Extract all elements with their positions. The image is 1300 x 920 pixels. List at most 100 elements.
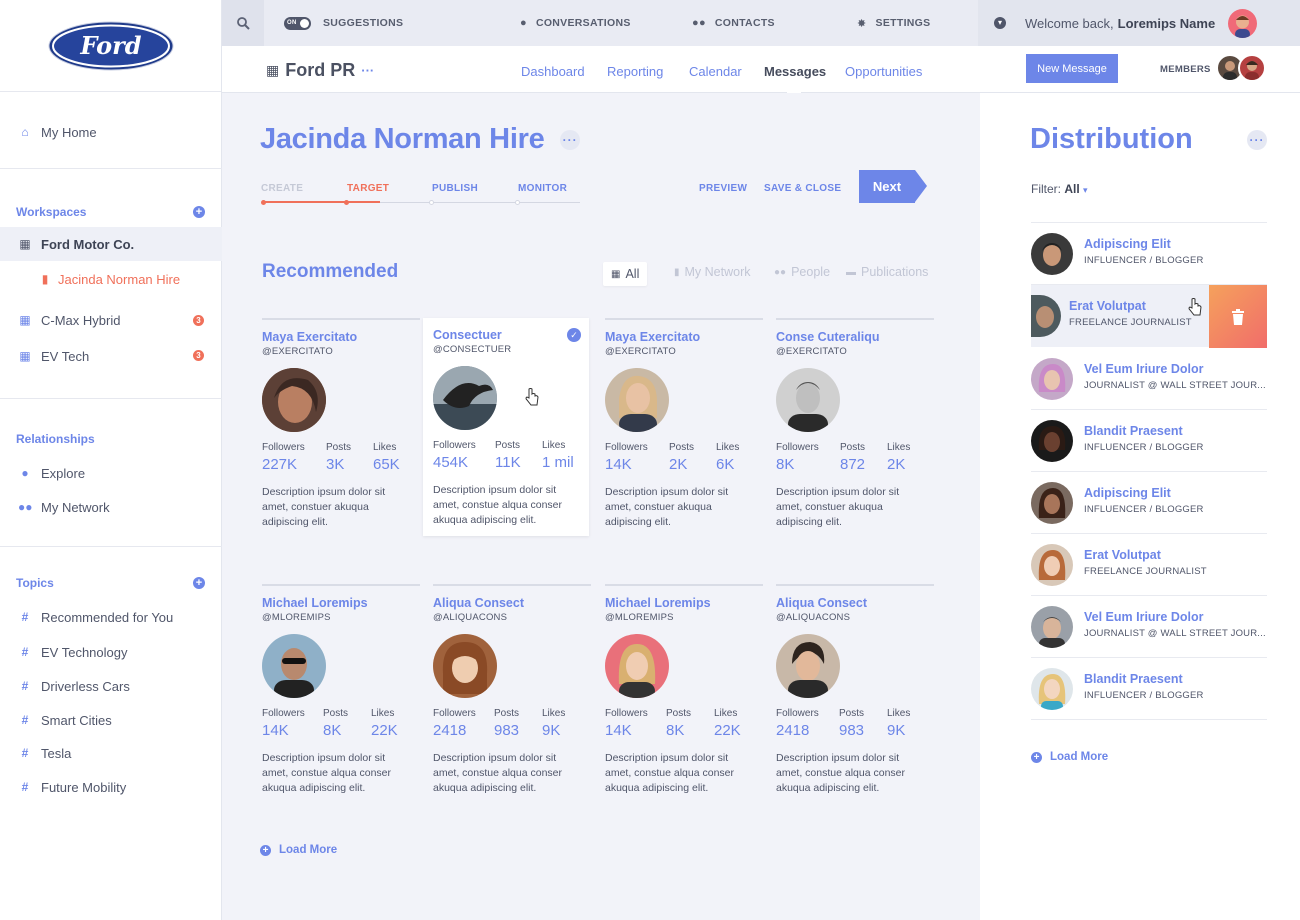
sidebar-item-my-network[interactable]: ●● My Network <box>0 490 222 524</box>
step-dot <box>344 200 349 205</box>
sidebar-item-explore[interactable]: ● Explore <box>0 456 222 490</box>
contacts-link[interactable]: ●● CONTACTS <box>692 0 775 46</box>
sidebar-item-my-home[interactable]: ⌂ My Home <box>0 115 222 149</box>
distribution-row[interactable]: Vel Eum Iriure Dolor JOURNALIST @ WALL S… <box>1031 596 1267 658</box>
contact-name[interactable]: Blandit Praesent <box>1084 672 1183 686</box>
tab-dashboard[interactable]: Dashboard <box>521 64 585 79</box>
next-button-arrow[interactable] <box>915 170 927 202</box>
delete-button[interactable] <box>1209 285 1267 348</box>
checkmark-icon[interactable]: ✓ <box>567 328 581 342</box>
distribution-row[interactable]: Adipiscing Elit INFLUENCER / BLOGGER <box>1031 223 1267 285</box>
likes-value: 22K <box>371 722 398 739</box>
step-target[interactable]: TARGET <box>347 183 389 194</box>
avatar[interactable] <box>1228 8 1258 38</box>
distribution-row[interactable]: Vel Eum Iriure Dolor JOURNALIST @ WALL S… <box>1031 348 1267 410</box>
home-icon: ⌂ <box>21 125 29 139</box>
next-button[interactable]: Next <box>859 170 915 203</box>
tab-opportunities[interactable]: Opportunities <box>845 64 922 79</box>
user-menu[interactable]: ▾ Welcome back, Loremips Name <box>978 0 1300 46</box>
distribution-row[interactable]: Erat Volutpat FREELANCE JOURNALIST <box>1031 534 1267 596</box>
filter-publications[interactable]: ▬ Publications <box>846 265 928 279</box>
search-button[interactable] <box>222 0 264 46</box>
filter-my-network[interactable]: ▮ My Network <box>674 265 751 279</box>
ford-logo[interactable]: Ford <box>0 0 221 92</box>
stat-label: Followers <box>605 442 648 453</box>
hand-cursor-icon <box>1188 298 1202 316</box>
tab-messages[interactable]: Messages <box>764 64 826 79</box>
card-description: Description ipsum dolor sit amet, constu… <box>605 486 729 528</box>
card-name[interactable]: Aliqua Consect <box>433 596 524 610</box>
card-name[interactable]: Aliqua Consect <box>776 596 867 610</box>
more-icon[interactable]: ··· <box>361 63 374 78</box>
influencer-card[interactable]: Aliqua Consect @ALIQUACONS Followers 2418… <box>433 584 591 802</box>
save-close-link[interactable]: SAVE & CLOSE <box>764 183 841 194</box>
more-icon[interactable]: ··· <box>1247 130 1267 150</box>
tab-calendar[interactable]: Calendar <box>689 64 742 79</box>
step-publish[interactable]: PUBLISH <box>432 183 478 194</box>
settings-label: SETTINGS <box>875 17 931 29</box>
topic-item[interactable]: # Recommended for You <box>0 600 222 634</box>
sidebar-item-ev-tech[interactable]: ▦ EV Tech <box>0 339 222 373</box>
distribution-row-hover[interactable]: Erat Volutpat FREELANCE JOURNALIST <box>1031 285 1267 348</box>
suggestions-toggle[interactable]: ON SUGGESTIONS <box>284 0 403 46</box>
contact-name[interactable]: Vel Eum Iriure Dolor <box>1084 610 1203 624</box>
notification-badge: 3 <box>193 350 204 361</box>
add-topic-icon[interactable]: + <box>193 577 205 589</box>
contact-name[interactable]: Adipiscing Elit <box>1084 486 1171 500</box>
distribution-row[interactable]: Adipiscing Elit INFLUENCER / BLOGGER <box>1031 472 1267 534</box>
load-more-button[interactable]: + Load More <box>1031 751 1108 763</box>
topic-label: Future Mobility <box>41 779 127 795</box>
sidebar-item-label: Explore <box>41 465 86 481</box>
contact-name[interactable]: Erat Volutpat <box>1069 299 1146 313</box>
more-icon[interactable]: ··· <box>560 130 581 151</box>
topic-item[interactable]: # Future Mobility <box>0 770 222 804</box>
step-monitor[interactable]: MONITOR <box>518 183 567 194</box>
followers-value: 2418 <box>433 722 467 739</box>
new-message-button[interactable]: New Message <box>1026 54 1118 83</box>
influencer-card-selected[interactable]: Consectuer @CONSECTUER Followers 454K Pos… <box>423 318 589 536</box>
card-name[interactable]: Consectuer <box>433 328 502 342</box>
topic-item[interactable]: # EV Technology <box>0 635 222 669</box>
contact-name[interactable]: Erat Volutpat <box>1084 548 1161 562</box>
filter-people[interactable]: ●● People <box>774 265 830 279</box>
contact-name[interactable]: Vel Eum Iriure Dolor <box>1084 362 1203 376</box>
contact-name[interactable]: Adipiscing Elit <box>1084 237 1171 251</box>
sidebar-item-jacinda-norman-hire[interactable]: ▮ Jacinda Norman Hire <box>0 262 222 296</box>
likes-value: 6K <box>716 456 735 473</box>
load-more-button[interactable]: + Load More <box>260 844 337 856</box>
settings-link[interactable]: ✸ SETTINGS <box>857 0 930 46</box>
project-title[interactable]: ▦ Ford PR ··· <box>266 60 374 81</box>
member-avatar[interactable] <box>1238 54 1266 82</box>
add-workspace-icon[interactable]: + <box>193 206 205 218</box>
card-name[interactable]: Michael Loremips <box>262 596 368 610</box>
card-name[interactable]: Michael Loremips <box>605 596 711 610</box>
influencer-card[interactable]: Michael Loremips @MLOREMIPS Followers 14K… <box>605 584 763 802</box>
contact-name[interactable]: Blandit Praesent <box>1084 424 1183 438</box>
distribution-row[interactable]: Blandit Praesent INFLUENCER / BLOGGER <box>1031 410 1267 472</box>
sidebar-item-ford-motor-co[interactable]: ▦ Ford Motor Co. <box>0 227 222 261</box>
influencer-card[interactable]: Aliqua Consect @ALIQUACONS Followers 2418… <box>776 584 934 802</box>
distribution-row[interactable]: Blandit Praesent INFLUENCER / BLOGGER <box>1031 658 1267 720</box>
card-name[interactable]: Conse Cuteraliqu <box>776 330 880 344</box>
topic-item[interactable]: # Driverless Cars <box>0 669 222 703</box>
users-icon: ●● <box>774 266 787 278</box>
influencer-card[interactable]: Conse Cuteraliqu @EXERCITATO Followers 8K… <box>776 318 934 536</box>
card-name[interactable]: Maya Exercitato <box>262 330 357 344</box>
toggle-switch[interactable]: ON <box>284 16 311 30</box>
tab-reporting[interactable]: Reporting <box>607 64 663 79</box>
distribution-filter[interactable]: Filter: All ▾ <box>1031 182 1088 196</box>
filter-all[interactable]: ▦ All <box>603 262 648 286</box>
conversations-link[interactable]: ● CONVERSATIONS <box>520 0 631 46</box>
contact-role: JOURNALIST @ WALL STREET JOUR... <box>1084 380 1266 391</box>
step-create[interactable]: CREATE <box>261 183 303 194</box>
card-name[interactable]: Maya Exercitato <box>605 330 700 344</box>
influencer-card[interactable]: Maya Exercitato @EXERCITATO Followers 14K… <box>605 318 763 536</box>
preview-link[interactable]: PREVIEW <box>699 183 747 194</box>
sidebar-item-label: C-Max Hybrid <box>41 312 121 328</box>
influencer-card[interactable]: Michael Loremips @MLOREMIPS Followers 14K… <box>262 584 420 802</box>
influencer-card[interactable]: Maya Exercitato @EXERCITATO Followers 227… <box>262 318 420 536</box>
topic-item[interactable]: # Smart Cities <box>0 703 222 737</box>
topic-item[interactable]: # Tesla <box>0 736 222 770</box>
sidebar-item-c-max-hybrid[interactable]: ▦ C-Max Hybrid <box>0 303 222 337</box>
topic-label: Tesla <box>41 745 72 761</box>
